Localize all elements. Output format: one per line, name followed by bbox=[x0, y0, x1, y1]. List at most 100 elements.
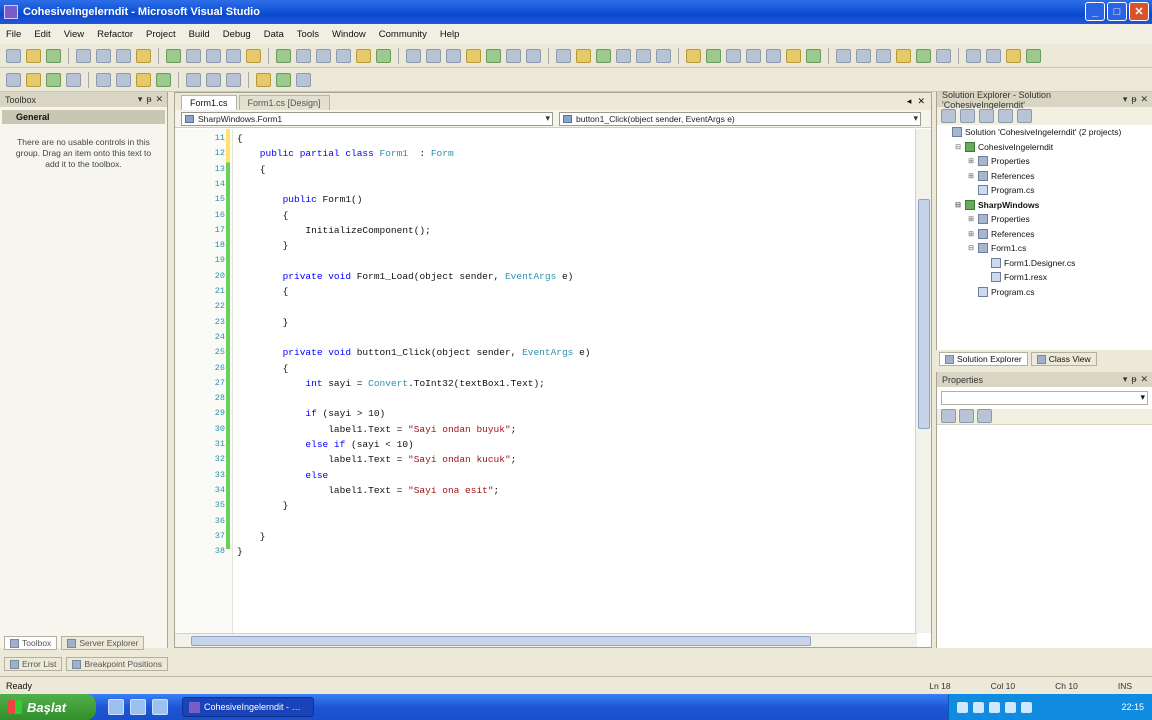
code-line[interactable]: label1.Text = "Sayi ona esit"; bbox=[237, 485, 499, 496]
menu-item-refactor[interactable]: Refactor bbox=[97, 29, 133, 40]
toolbar-button-icon[interactable] bbox=[76, 48, 91, 63]
tab-solution-explorer[interactable]: Solution Explorer bbox=[939, 352, 1028, 366]
toolbar-button-icon[interactable] bbox=[856, 48, 871, 63]
language-icon[interactable] bbox=[1005, 701, 1016, 713]
toolbar-button-icon[interactable] bbox=[246, 48, 261, 63]
toolbar-button-icon[interactable] bbox=[66, 72, 81, 87]
menu-item-build[interactable]: Build bbox=[189, 29, 210, 40]
code-area[interactable]: 11{12 public partial class Form1 : Form 1… bbox=[175, 129, 917, 633]
close-document-icon[interactable]: ✕ bbox=[917, 96, 925, 107]
vertical-scroll-thumb[interactable] bbox=[918, 199, 930, 429]
update-icon[interactable] bbox=[1021, 701, 1032, 713]
horizontal-scroll-thumb[interactable] bbox=[191, 636, 811, 646]
close-icon[interactable]: ✕ bbox=[155, 94, 163, 105]
toolbar-button-icon[interactable] bbox=[406, 48, 421, 63]
pin-icon[interactable]: ▾ bbox=[1123, 374, 1128, 385]
taskbar-item-visual-studio[interactable]: CohesiveIngelerndit - Microsoft Visual S… bbox=[182, 697, 314, 717]
toolbar-button-icon[interactable] bbox=[156, 72, 171, 87]
toolbar-button-icon[interactable] bbox=[6, 72, 21, 87]
toolbar-button-icon[interactable] bbox=[376, 48, 391, 63]
alphabetical-icon[interactable] bbox=[959, 409, 974, 423]
toolbar-button-icon[interactable] bbox=[466, 48, 481, 63]
toolbar-button-icon[interactable] bbox=[276, 48, 291, 63]
toolbar-button-icon[interactable] bbox=[226, 72, 241, 87]
toolbar-button-icon[interactable] bbox=[896, 48, 911, 63]
toolbar-button-icon[interactable] bbox=[426, 48, 441, 63]
toolbar-button-icon[interactable] bbox=[316, 48, 331, 63]
tree-item[interactable]: ⊞ References bbox=[941, 227, 1152, 242]
menu-item-window[interactable]: Window bbox=[332, 29, 366, 40]
toolbar-button-icon[interactable] bbox=[276, 72, 291, 87]
tree-item[interactable]: ⊞ Properties bbox=[941, 154, 1152, 169]
toolbar-button-icon[interactable] bbox=[46, 72, 61, 87]
code-line[interactable]: } bbox=[237, 546, 243, 557]
tree-item[interactable]: ⊞ Properties bbox=[941, 212, 1152, 227]
class-combo[interactable]: SharpWindows.Form1 bbox=[181, 111, 553, 126]
toolbar-button-icon[interactable] bbox=[656, 48, 671, 63]
toolbar-button-icon[interactable] bbox=[206, 72, 221, 87]
toolbar-button-icon[interactable] bbox=[26, 72, 41, 87]
toolbar-button-icon[interactable] bbox=[296, 48, 311, 63]
code-line[interactable]: label1.Text = "Sayi ondan kucuk"; bbox=[237, 454, 516, 465]
toolbar-button-icon[interactable] bbox=[116, 48, 131, 63]
expander-icon[interactable]: ⊞ bbox=[967, 230, 975, 238]
minimize-button[interactable]: _ bbox=[1085, 2, 1105, 21]
tab-error-list[interactable]: Error List bbox=[4, 657, 63, 671]
toolbar-button-icon[interactable] bbox=[766, 48, 781, 63]
tree-item[interactable]: Program.cs bbox=[941, 285, 1152, 300]
tree-item[interactable]: ⊟ SharpWindows bbox=[941, 198, 1152, 213]
tab-form1-design[interactable]: Form1.cs [Design] bbox=[238, 95, 330, 110]
tab-list-icon[interactable]: ◂ bbox=[907, 96, 912, 107]
tab-class-view[interactable]: Class View bbox=[1030, 352, 1097, 366]
toolbar-button-icon[interactable] bbox=[636, 48, 651, 63]
toolbar-button-icon[interactable] bbox=[576, 48, 591, 63]
show-desktop-icon[interactable] bbox=[130, 699, 146, 715]
toolbar-button-icon[interactable] bbox=[226, 48, 241, 63]
maximize-button[interactable]: □ bbox=[1107, 2, 1127, 21]
toolbar-button-icon[interactable] bbox=[726, 48, 741, 63]
show-all-files-icon[interactable] bbox=[960, 109, 975, 123]
menu-item-community[interactable]: Community bbox=[379, 29, 427, 40]
toolbar-button-icon[interactable] bbox=[256, 72, 271, 87]
code-line[interactable]: InitializeComponent(); bbox=[237, 225, 430, 236]
tree-item[interactable]: Form1.resx bbox=[941, 270, 1152, 285]
network-icon[interactable] bbox=[957, 701, 968, 713]
menu-item-tools[interactable]: Tools bbox=[297, 29, 319, 40]
code-line[interactable]: } bbox=[237, 531, 266, 542]
toolbar-button-icon[interactable] bbox=[186, 48, 201, 63]
code-line[interactable]: } bbox=[237, 317, 289, 328]
toolbar-button-icon[interactable] bbox=[1026, 48, 1041, 63]
pin-icon[interactable]: ▾ bbox=[138, 94, 143, 105]
security-icon[interactable] bbox=[989, 701, 1000, 713]
menu-item-edit[interactable]: Edit bbox=[34, 29, 50, 40]
toolbar-button-icon[interactable] bbox=[506, 48, 521, 63]
toolbar-button-icon[interactable] bbox=[136, 48, 151, 63]
code-line[interactable]: } bbox=[237, 240, 289, 251]
toolbar-button-icon[interactable] bbox=[786, 48, 801, 63]
autohide-icon[interactable]: ᵽ bbox=[1131, 374, 1136, 385]
expander-icon[interactable]: ⊟ bbox=[954, 201, 962, 209]
toolbar-button-icon[interactable] bbox=[936, 48, 951, 63]
properties-icon[interactable] bbox=[941, 109, 956, 123]
toolbar-button-icon[interactable] bbox=[1006, 48, 1021, 63]
toolbar-button-icon[interactable] bbox=[26, 48, 41, 63]
autohide-icon[interactable]: ᵽ bbox=[1131, 94, 1136, 105]
property-pages-icon[interactable] bbox=[977, 409, 992, 423]
toolbar-button-icon[interactable] bbox=[876, 48, 891, 63]
code-line[interactable]: else if (sayi < 10) bbox=[237, 439, 413, 450]
code-line[interactable]: public partial class Form1 : Form bbox=[237, 148, 454, 159]
tree-item[interactable]: ⊟ Form1.cs bbox=[941, 241, 1152, 256]
tree-item[interactable]: ⊞ References bbox=[941, 169, 1152, 184]
toolbar-button-icon[interactable] bbox=[46, 48, 61, 63]
media-player-icon[interactable] bbox=[152, 699, 168, 715]
toolbar-button-icon[interactable] bbox=[916, 48, 931, 63]
expander-icon[interactable]: ⊟ bbox=[954, 143, 962, 151]
toolbar-button-icon[interactable] bbox=[686, 48, 701, 63]
toolbar-button-icon[interactable] bbox=[136, 72, 151, 87]
categorized-icon[interactable] bbox=[941, 409, 956, 423]
code-line[interactable]: public Form1() bbox=[237, 194, 363, 205]
toolbar-button-icon[interactable] bbox=[746, 48, 761, 63]
expander-icon[interactable]: ⊟ bbox=[967, 244, 975, 252]
toolbar-button-icon[interactable] bbox=[336, 48, 351, 63]
code-line[interactable]: private void Form1_Load(object sender, E… bbox=[237, 271, 574, 282]
